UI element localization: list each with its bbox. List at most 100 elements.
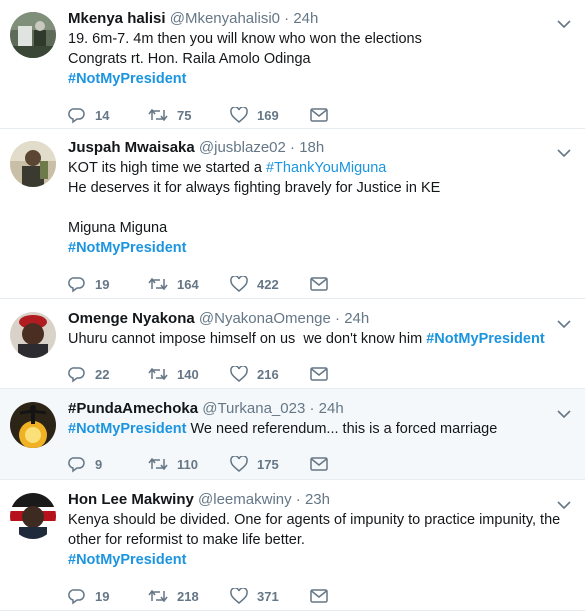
retweet-icon [148,589,168,603]
like-count: 216 [257,366,279,382]
avatar[interactable] [10,12,56,58]
tweet-line: Miguna Miguna [68,218,563,238]
like-button[interactable]: 422 [230,273,279,295]
hashtag-link[interactable]: #NotMyPresident [68,71,186,87]
retweet-button[interactable]: 75 [148,104,191,126]
tweet-item[interactable]: Hon Lee Makwiny @leemakwiny · 23h Kenya … [0,480,585,611]
user-handle[interactable]: @Turkana_023 [202,400,305,417]
reply-button[interactable]: 22 [68,363,109,385]
reply-icon [68,367,85,383]
timestamp[interactable]: 24h [344,310,369,327]
tweet-line: 19. 6m-7. 4m then you will know who won … [68,29,563,49]
display-name[interactable]: Omenge Nyakona [68,310,195,327]
hashtag-link[interactable]: #NotMyPresident [68,240,186,256]
tweet-content: Hon Lee Makwiny @leemakwiny · 23h Kenya … [68,490,563,570]
retweet-count: 110 [177,456,198,472]
text-run: KOT its high time we started a [68,160,266,176]
tweet-line: #NotMyPresident [68,550,563,570]
tweet-item[interactable]: #PundaAmechoka @Turkana_023 · 24h #NotMy… [0,389,585,480]
like-button[interactable]: 169 [230,104,279,126]
tweet-item[interactable]: Omenge Nyakona @NyakonaOmenge · 24h Uhur… [0,299,585,389]
timestamp[interactable]: 24h [319,400,344,417]
tweet-header: #PundaAmechoka @Turkana_023 · 24h [68,399,563,419]
reply-button[interactable]: 9 [68,453,102,475]
retweet-button[interactable]: 110 [148,453,198,475]
envelope-icon [310,108,328,122]
direct-message-button[interactable] [310,585,328,607]
reply-icon [68,108,85,124]
reply-icon [68,589,85,605]
tweet-line: Congrats rt. Hon. Raila Amolo Odinga [68,49,563,69]
tweet-header: Omenge Nyakona @NyakonaOmenge · 24h [68,309,563,329]
retweet-icon [148,457,168,471]
hashtag-link[interactable]: #NotMyPresident [426,331,544,347]
envelope-icon [310,589,328,603]
retweet-button[interactable]: 140 [148,363,199,385]
direct-message-button[interactable] [310,273,328,295]
separator-dot: · [309,400,315,417]
avatar[interactable] [10,402,56,448]
tweet-header: Juspah Mwaisaka @jusblaze02 · 18h [68,138,563,158]
display-name[interactable]: #PundaAmechoka [68,400,198,417]
reply-button[interactable]: 19 [68,585,109,607]
tweet-item[interactable]: Juspah Mwaisaka @jusblaze02 · 18h KOT it… [0,129,585,299]
like-count: 175 [257,456,279,472]
user-handle[interactable]: @leemakwiny [198,491,292,508]
direct-message-button[interactable] [310,363,328,385]
user-handle[interactable]: @Mkenyahalisi0 [170,10,280,27]
tweet-text: #NotMyPresident We need referendum... th… [68,419,563,439]
retweet-button[interactable]: 218 [148,585,199,607]
reply-count: 9 [95,456,103,472]
hashtag-link[interactable]: #NotMyPresident [68,552,186,568]
tweet-line: #NotMyPresident [68,69,563,89]
heart-icon [230,107,248,123]
tweet-text: KOT its high time we started a #ThankYou… [68,158,563,258]
text-run: He deserves it for always fighting brave… [68,180,441,196]
tweet-content: Omenge Nyakona @NyakonaOmenge · 24h Uhur… [68,309,563,349]
display-name[interactable]: Mkenya halisi [68,10,166,27]
tweet-content: Juspah Mwaisaka @jusblaze02 · 18h KOT it… [68,138,563,258]
timestamp[interactable]: 24h [293,10,318,27]
tweet-header: Mkenya halisi @Mkenyahalisi0 · 24h [68,9,563,29]
reply-button[interactable]: 19 [68,273,109,295]
retweet-icon [148,277,168,291]
hashtag-link[interactable]: #NotMyPresident [68,421,186,437]
tweet-line: #NotMyPresident [68,238,563,258]
timestamp[interactable]: 23h [305,491,330,508]
text-run: 19. 6m-7. 4m then you will know who won … [68,31,422,47]
separator-dot: · [335,310,341,327]
avatar[interactable] [10,141,56,187]
hashtag-link[interactable]: #ThankYouMiguna [266,160,386,176]
retweet-icon [148,367,168,381]
display-name[interactable]: Hon Lee Makwiny [68,491,194,508]
reply-count: 14 [95,107,110,123]
reply-button[interactable]: 14 [68,104,109,126]
like-button[interactable]: 216 [230,363,279,385]
user-handle[interactable]: @NyakonaOmenge [199,310,331,327]
tweet-line: Uhuru cannot impose himself on us we don… [68,329,563,349]
envelope-icon [310,457,328,471]
user-handle[interactable]: @jusblaze02 [199,139,286,156]
retweet-count: 140 [177,366,199,382]
avatar[interactable] [10,312,56,358]
direct-message-button[interactable] [310,453,328,475]
retweet-button[interactable]: 164 [148,273,199,295]
like-count: 371 [257,588,279,604]
tweet-item[interactable]: Mkenya halisi @Mkenyahalisi0 · 24h 19. 6… [0,0,585,129]
tweet-content: #PundaAmechoka @Turkana_023 · 24h #NotMy… [68,399,563,439]
like-count: 169 [257,107,279,123]
retweet-icon [148,108,168,122]
heart-icon [230,588,248,604]
timestamp[interactable]: 18h [299,139,324,156]
tweet-line: He deserves it for always fighting brave… [68,178,563,198]
text-run: other for reformist to make life better. [68,532,305,548]
direct-message-button[interactable] [310,104,328,126]
like-count: 422 [257,276,279,292]
like-button[interactable]: 371 [230,585,279,607]
tweet-feed: Mkenya halisi @Mkenyahalisi0 · 24h 19. 6… [0,0,585,611]
heart-icon [230,366,248,382]
display-name[interactable]: Juspah Mwaisaka [68,139,195,156]
like-button[interactable]: 175 [230,453,279,475]
avatar[interactable] [10,493,56,539]
